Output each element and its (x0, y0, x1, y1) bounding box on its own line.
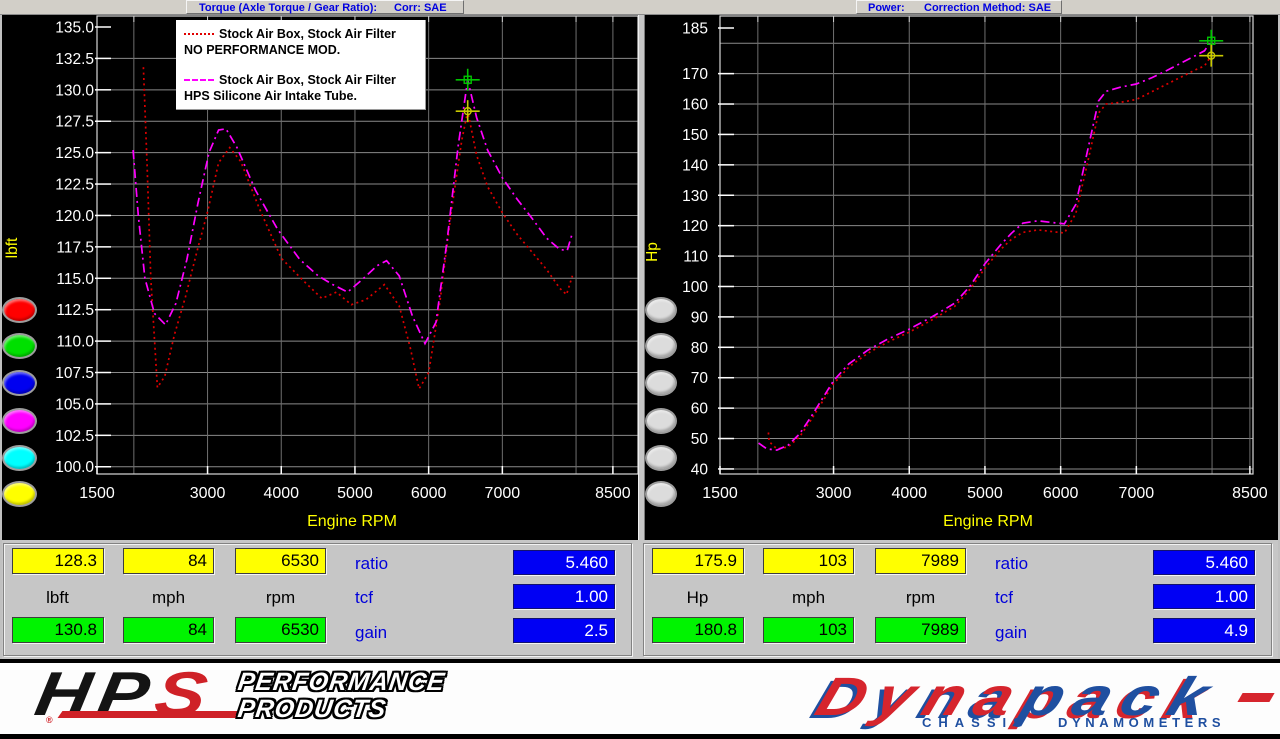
torque-gain-value-box: 2.5 (513, 618, 615, 643)
power-tcf-value-box: 1.00 (1153, 584, 1255, 609)
power-unit-label: Hp (652, 588, 743, 608)
power-peak-rpm-box: 7989 (875, 548, 966, 574)
power-mph-label: mph (763, 588, 854, 608)
power-rpm-label: rpm (875, 588, 966, 608)
legend-series1-name: Stock Air Box, Stock Air Filter (219, 27, 396, 41)
torque-chart-title: Torque (Axle Torque / Gear Ratio): (199, 2, 377, 14)
power-panel-button-5[interactable] (645, 445, 677, 471)
torque-ratio-value-box: 5.460 (513, 550, 615, 575)
power-gain-value-box: 4.9 (1153, 618, 1255, 643)
dyno-app-window: Torque (Axle Torque / Gear Ratio): Corr:… (0, 0, 1280, 739)
magenta-dashed-line-sample (184, 79, 214, 81)
window-left-edge (0, 0, 2, 660)
torque-peak-rpm-box: 6530 (235, 548, 326, 574)
dynapack-dynamometers-text: DYNAMOMETERS (1058, 715, 1225, 730)
red-dotted-line-sample (184, 33, 214, 35)
power-ratio-value-box: 5.460 (1153, 550, 1255, 575)
torque-current-mph-box: 84 (123, 617, 214, 643)
torque-current-value-box: 130.8 (12, 617, 104, 643)
legend-series1-desc: NO PERFORMANCE MOD. (184, 42, 425, 59)
power-panel-button-4[interactable] (645, 408, 677, 434)
power-chart-title: Power: (868, 2, 905, 14)
power-current-mph-box: 103 (763, 617, 854, 643)
torque-peak-mph-box: 84 (123, 548, 214, 574)
power-peak-value-box: 175.9 (652, 548, 744, 574)
torque-panel-button-4[interactable] (2, 408, 37, 434)
power-current-rpm-box: 7989 (875, 617, 966, 643)
power-panel-button-1[interactable] (645, 297, 677, 323)
hps-logo: HPS ® PERFORMANCE PRODUCTS (26, 663, 466, 734)
title-bar: Torque (Axle Torque / Gear Ratio): Corr:… (0, 0, 1280, 15)
torque-gain-label: gain (355, 623, 387, 643)
torque-panel-button-6[interactable] (2, 481, 37, 507)
dynapack-chassis-text: CHASSIS (922, 715, 1029, 730)
legend-box: Stock Air Box, Stock Air Filter NO PERFO… (176, 20, 426, 110)
hps-performance-text: PERFORMANCE (236, 668, 447, 697)
torque-mph-label: mph (123, 588, 214, 608)
hps-logo-text: HPS (30, 659, 220, 730)
hps-logo-swoosh (58, 711, 241, 718)
logo-strip: HPS ® PERFORMANCE PRODUCTS Dynapack CHAS… (0, 659, 1280, 739)
torque-panel-button-5[interactable] (2, 445, 37, 471)
torque-unit-label: lbft (12, 588, 103, 608)
torque-ratio-label: ratio (355, 554, 388, 574)
hps-registered-mark: ® (46, 715, 53, 725)
dynapack-logo-dash (1237, 693, 1274, 702)
dynapack-logo: Dynapack CHASSIS DYNAMOMETERS (800, 663, 1280, 734)
torque-rpm-label: rpm (235, 588, 326, 608)
torque-panel-button-1[interactable] (2, 297, 37, 323)
torque-panel-button-3[interactable] (2, 370, 37, 396)
torque-current-rpm-box: 6530 (235, 617, 326, 643)
torque-tcf-value-box: 1.00 (513, 584, 615, 609)
power-panel-button-2[interactable] (645, 333, 677, 359)
logo-strip-background: HPS ® PERFORMANCE PRODUCTS Dynapack CHAS… (0, 663, 1280, 734)
power-peak-mph-box: 103 (763, 548, 854, 574)
torque-correction-label: Corr: SAE (394, 2, 447, 14)
panel-divider (638, 14, 645, 540)
power-current-value-box: 180.8 (652, 617, 744, 643)
power-ratio-label: ratio (995, 554, 1028, 574)
power-correction-label: Correction Method: SAE (924, 2, 1051, 14)
torque-peak-value-box: 128.3 (12, 548, 104, 574)
power-panel-button-3[interactable] (645, 370, 677, 396)
power-tcf-label: tcf (995, 588, 1013, 608)
torque-tcf-label: tcf (355, 588, 373, 608)
legend-series2-desc: HPS Silicone Air Intake Tube. (184, 88, 425, 105)
power-panel-button-6[interactable] (645, 481, 677, 507)
torque-panel-button-2[interactable] (2, 333, 37, 359)
power-gain-label: gain (995, 623, 1027, 643)
hps-products-text: PRODUCTS (236, 695, 388, 724)
legend-series2-name: Stock Air Box, Stock Air Filter (219, 73, 396, 87)
power-title-segment: Power: Correction Method: SAE (856, 0, 1062, 14)
torque-title-segment: Torque (Axle Torque / Gear Ratio): Corr:… (186, 0, 464, 14)
